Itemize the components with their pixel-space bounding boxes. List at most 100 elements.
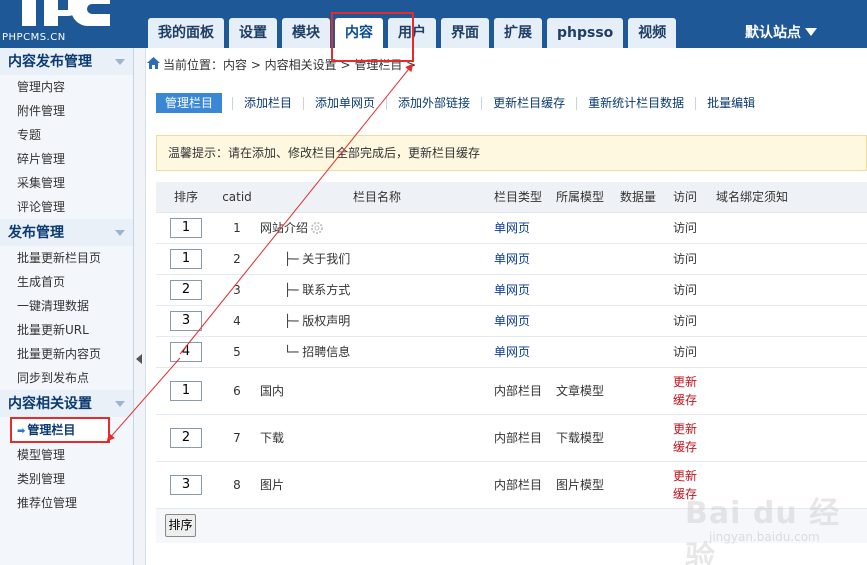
model-cell <box>556 336 620 368</box>
sidebar-item-batch-content[interactable]: 批量更新内容页 <box>0 342 133 366</box>
gear-icon[interactable] <box>310 221 324 235</box>
collapse-triangle-icon <box>115 401 125 407</box>
visit-link[interactable]: 访问 <box>673 314 697 328</box>
tree-branch: ├─ <box>284 314 303 328</box>
sidebar-item-comments[interactable]: 评论管理 <box>0 195 133 219</box>
category-name[interactable]: 招聘信息 <box>302 345 350 359</box>
main-nav: 我的面板 设置 模块 内容 用户 界面 扩展 phpsso 视频 <box>148 18 681 48</box>
count-cell <box>620 274 673 306</box>
sort-input[interactable]: 3 <box>170 310 202 331</box>
table-header-row: 排序 catid 栏目名称 栏目类型 所属模型 数据量 访问 域名绑定须知 <box>156 182 867 213</box>
tab-users[interactable]: 用户 <box>388 18 436 48</box>
category-name[interactable]: 图片 <box>260 478 284 492</box>
watermark-sub: jingyan.baidu.com <box>709 530 820 544</box>
tab-dashboard[interactable]: 我的面板 <box>148 18 224 48</box>
col-count: 数据量 <box>620 182 673 213</box>
sidebar-item-position-manage[interactable]: 推荐位管理 <box>0 491 133 515</box>
refresh-line1: 更新 <box>673 421 698 436</box>
table-row: 1 1 网站介绍 单网页 访问 <box>156 212 867 244</box>
col-model: 所属模型 <box>556 182 620 213</box>
visit-link[interactable]: 访问 <box>673 345 697 359</box>
sidebar-item-batch-category[interactable]: 批量更新栏目页 <box>0 246 133 270</box>
catid-cell: 4 <box>216 305 258 337</box>
model-cell <box>556 212 620 244</box>
sidebar-item-manage-content[interactable]: 管理内容 <box>0 75 133 99</box>
visit-link[interactable]: 访问 <box>673 283 697 297</box>
sidebar-section-title: 内容相关设置 <box>8 396 92 412</box>
category-type-link[interactable]: 单网页 <box>494 283 530 297</box>
sidebar-item-model-manage[interactable]: 模型管理 <box>0 443 133 467</box>
sidebar-item-sync-publish[interactable]: 同步到发布点 <box>0 366 133 390</box>
category-name[interactable]: 联系方式 <box>302 283 350 297</box>
sidebar-section-content-publish[interactable]: 内容发布管理 <box>0 48 133 75</box>
category-name[interactable]: 国内 <box>260 384 284 398</box>
sort-input[interactable]: 2 <box>170 427 202 448</box>
breadcrumb: 当前位置：内容 > 内容相关设置 > 管理栏目 > <box>147 56 867 74</box>
collapse-triangle-icon <box>115 230 125 236</box>
sidebar-item-generate-home[interactable]: 生成首页 <box>0 270 133 294</box>
category-type-link[interactable]: 单网页 <box>494 221 530 235</box>
model-cell: 下载模型 <box>556 414 620 462</box>
refresh-line2: 缓存 <box>673 392 698 407</box>
tab-settings[interactable]: 设置 <box>229 18 277 48</box>
site-select[interactable]: 默认站点 <box>745 22 817 42</box>
sidebar-section-title: 发布管理 <box>8 225 64 241</box>
sort-input[interactable]: 1 <box>170 248 202 269</box>
sidebar-item-label: 管理栏目 <box>27 423 76 437</box>
table-row: 4 5 └─ 招聘信息 单网页 访问 <box>156 336 867 368</box>
category-type-link[interactable]: 单网页 <box>494 345 530 359</box>
domain-cell <box>716 414 867 462</box>
sidebar-item-blocks[interactable]: 碎片管理 <box>0 147 133 171</box>
sidebar-item-type-manage[interactable]: 类别管理 <box>0 467 133 491</box>
phpcms-logo[interactable]: PHPCMS.CN <box>0 0 134 48</box>
sidebar-item-collect[interactable]: 采集管理 <box>0 171 133 195</box>
tab-extensions[interactable]: 扩展 <box>494 18 542 48</box>
sidebar-item-attachments[interactable]: 附件管理 <box>0 99 133 123</box>
subnav-add-page[interactable]: 添加单网页 <box>303 96 386 110</box>
sidebar-item-special[interactable]: 专题 <box>0 123 133 147</box>
category-type-link[interactable]: 单网页 <box>494 252 530 266</box>
caret-down-icon <box>805 28 817 36</box>
visit-link[interactable]: 访问 <box>673 252 697 266</box>
subnav-add-category[interactable]: 添加栏目 <box>232 96 303 110</box>
category-name[interactable]: 网站介绍 <box>260 221 308 235</box>
sidebar-item-batch-url[interactable]: 批量更新URL <box>0 318 133 342</box>
sort-input[interactable]: 1 <box>170 380 202 401</box>
refresh-cache-link[interactable]: 更新 缓存 <box>673 367 716 415</box>
subnav-update-cache[interactable]: 更新栏目缓存 <box>481 96 576 110</box>
domain-cell <box>716 305 867 337</box>
tab-content[interactable]: 内容 <box>335 18 383 48</box>
logo-mark-icon <box>22 0 110 26</box>
category-name[interactable]: 版权声明 <box>302 314 350 328</box>
sort-input[interactable]: 4 <box>170 341 202 362</box>
subnav-batch-edit[interactable]: 批量编辑 <box>695 96 766 110</box>
refresh-cache-link[interactable]: 更新 缓存 <box>673 414 716 462</box>
category-type-link[interactable]: 单网页 <box>494 314 530 328</box>
sort-input[interactable]: 3 <box>170 474 202 495</box>
sidebar-section-publish[interactable]: 发布管理 <box>0 219 133 246</box>
category-name[interactable]: 关于我们 <box>302 252 350 266</box>
subnav-recount[interactable]: 重新统计栏目数据 <box>576 96 695 110</box>
sidebar-collapse-bar[interactable] <box>134 48 146 565</box>
category-name[interactable]: 下载 <box>260 431 284 445</box>
tab-modules[interactable]: 模块 <box>282 18 330 48</box>
table-row: 3 4 ├─ 版权声明 单网页 访问 <box>156 305 867 337</box>
subnav-add-link[interactable]: 添加外部链接 <box>386 96 481 110</box>
tab-interface[interactable]: 界面 <box>441 18 489 48</box>
sort-input[interactable]: 2 <box>170 279 202 300</box>
sidebar-item-manage-category[interactable]: ➡ 管理栏目 <box>10 417 110 443</box>
sidebar-section-content-settings[interactable]: 内容相关设置 <box>0 390 133 417</box>
tab-video[interactable]: 视频 <box>628 18 677 48</box>
site-select-label: 默认站点 <box>745 25 801 41</box>
count-cell <box>620 367 673 415</box>
visit-link[interactable]: 访问 <box>673 221 697 235</box>
count-cell <box>620 414 673 462</box>
subnav-manage-category[interactable]: 管理栏目 <box>156 93 223 113</box>
refresh-line2: 缓存 <box>673 439 698 454</box>
tab-phpsso[interactable]: phpsso <box>547 18 624 48</box>
model-cell: 文章模型 <box>556 367 620 415</box>
sort-button[interactable]: 排序 <box>165 514 196 537</box>
sidebar-item-clean-data[interactable]: 一键清理数据 <box>0 294 133 318</box>
table-row: 1 6 国内 内部栏目 文章模型 更新 缓存 <box>156 367 867 415</box>
sort-input[interactable]: 1 <box>170 217 202 238</box>
